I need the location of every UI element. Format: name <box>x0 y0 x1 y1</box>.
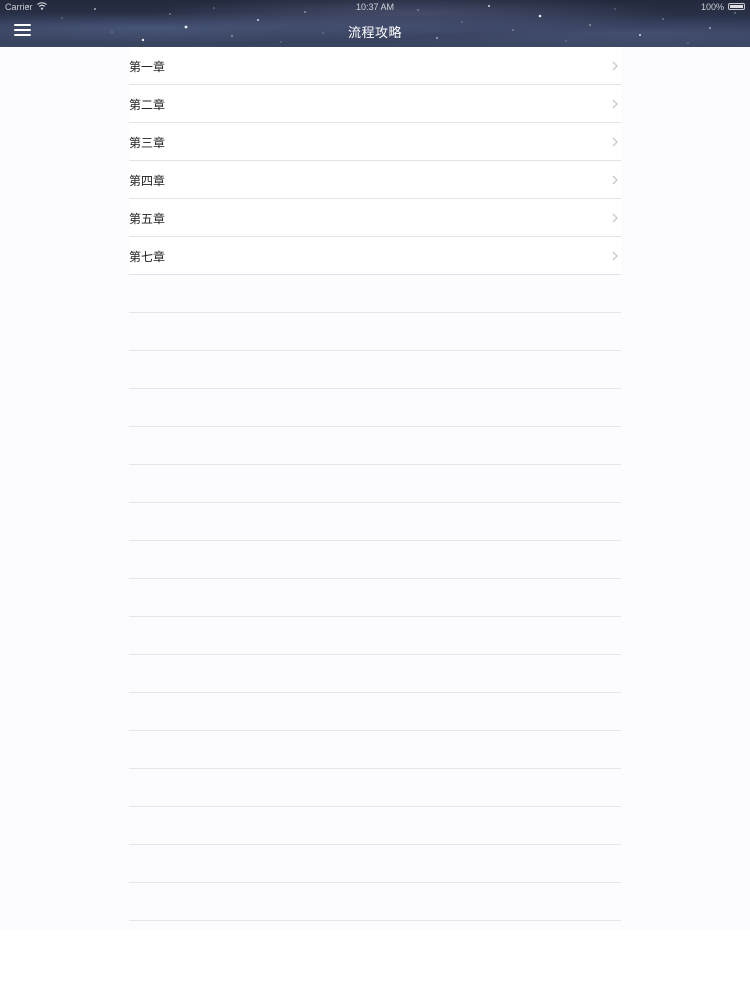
empty-row-separator <box>129 693 621 731</box>
chevron-right-icon <box>612 99 618 109</box>
empty-row-separator <box>129 845 621 883</box>
chapter-label: 第七章 <box>129 250 166 264</box>
empty-row-separator <box>129 769 621 807</box>
status-bar: Carrier 10:37 AM 100% <box>0 0 750 14</box>
chapter-label: 第一章 <box>129 60 166 74</box>
page-title: 流程攻略 <box>347 26 402 41</box>
empty-row-separator <box>129 579 621 617</box>
chapter-label: 第四章 <box>129 174 166 188</box>
empty-row-separator <box>129 503 621 541</box>
empty-row-separator <box>129 883 621 921</box>
battery-icon <box>728 3 745 10</box>
empty-row-separator <box>129 617 621 655</box>
chapter-row[interactable]: 第一章 <box>129 47 621 85</box>
battery-percentage: 100% <box>700 2 724 12</box>
chevron-right-icon <box>612 61 618 71</box>
empty-row-separator <box>129 275 621 313</box>
chevron-right-icon <box>612 251 618 261</box>
chapter-row[interactable]: 第二章 <box>129 85 621 123</box>
empty-row-separator <box>129 541 621 579</box>
chevron-right-icon <box>612 137 618 147</box>
empty-row-separator <box>129 389 621 427</box>
empty-row-separator <box>129 313 621 351</box>
chapter-list-view[interactable]: 第一章 第二章 第三章 第四章 第五章 第七章 <box>0 47 750 930</box>
bottom-blank-area <box>0 930 750 1000</box>
chapter-row[interactable]: 第四章 <box>129 161 621 199</box>
chapter-label: 第三章 <box>129 136 166 150</box>
chevron-right-icon <box>612 175 618 185</box>
status-time: 10:37 AM <box>355 2 395 12</box>
chapter-label: 第二章 <box>129 98 166 112</box>
chapter-row[interactable]: 第五章 <box>129 199 621 237</box>
empty-row-separator <box>129 807 621 845</box>
empty-row-separator <box>129 655 621 693</box>
chevron-right-icon <box>612 213 618 223</box>
chapter-label: 第五章 <box>129 212 166 226</box>
screen: Carrier 10:37 AM 100% 流程攻略 第一章 第二章 第三章 第… <box>0 0 750 1000</box>
chapter-row[interactable]: 第三章 <box>129 123 621 161</box>
empty-row-separator <box>129 351 621 389</box>
empty-row-separator <box>129 427 621 465</box>
empty-row-separator <box>129 731 621 769</box>
chapter-row[interactable]: 第七章 <box>129 237 621 275</box>
empty-row-separator <box>129 465 621 503</box>
chapter-table: 第一章 第二章 第三章 第四章 第五章 第七章 <box>129 47 621 921</box>
navigation-bar: Carrier 10:37 AM 100% 流程攻略 <box>0 0 750 47</box>
